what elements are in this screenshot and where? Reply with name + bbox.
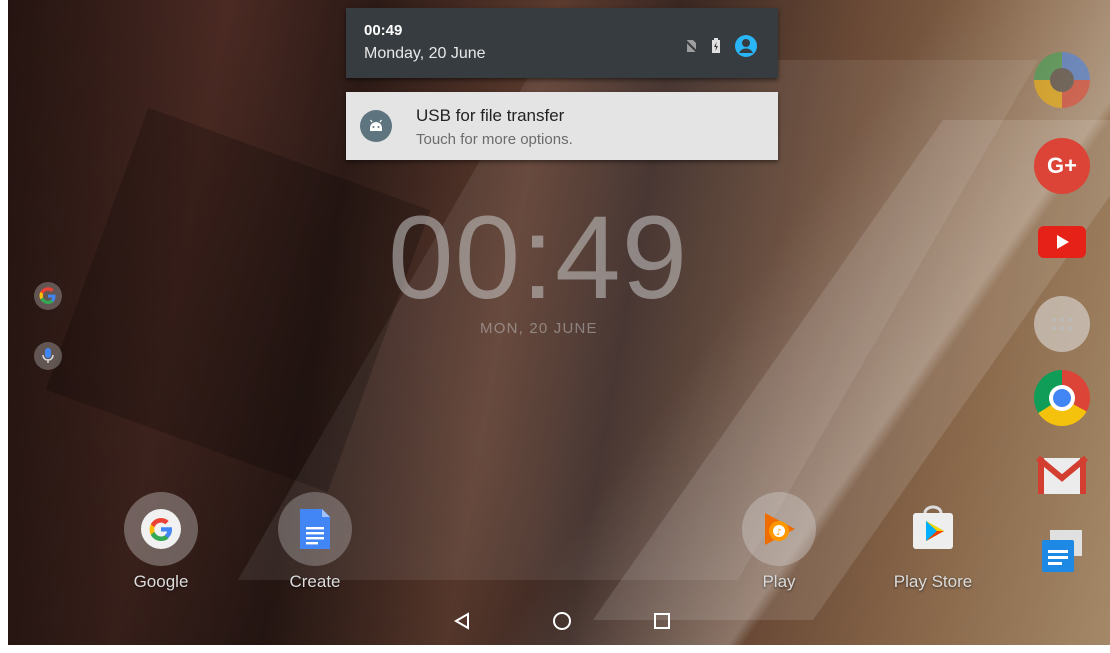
- no-sim-icon: [684, 39, 698, 53]
- google-g-icon: [39, 287, 56, 304]
- play-music-icon: ♪: [742, 492, 816, 566]
- youtube-icon[interactable]: [1034, 214, 1090, 270]
- clock-widget-date[interactable]: MON, 20 JUNE: [480, 320, 598, 337]
- shade-date[interactable]: Monday, 20 June: [364, 45, 486, 63]
- notification-body: Touch for more options.: [416, 131, 573, 148]
- photos-icon[interactable]: [1034, 52, 1090, 108]
- voice-search-button[interactable]: [34, 342, 62, 370]
- app-label: Play: [762, 572, 796, 591]
- back-button[interactable]: [448, 607, 476, 635]
- google-docs-icon: [278, 492, 352, 566]
- app-drawer-icon[interactable]: [1034, 296, 1090, 352]
- google-search-button[interactable]: [34, 282, 62, 310]
- battery-charging-icon: [712, 38, 720, 53]
- back-triangle-icon: [454, 612, 469, 630]
- google-plus-icon[interactable]: G+: [1034, 138, 1090, 194]
- app-play-store[interactable]: Play Store: [878, 492, 988, 592]
- android-debug-icon: [360, 110, 392, 142]
- chrome-icon[interactable]: [1034, 370, 1090, 426]
- app-label: Create: [289, 572, 341, 591]
- app-label: Play Store: [893, 572, 973, 591]
- play-store-icon: [896, 492, 970, 566]
- shade-time: 00:49: [364, 22, 403, 39]
- status-icons: [684, 34, 758, 58]
- home-button[interactable]: [548, 607, 576, 635]
- recents-square-icon: [654, 613, 670, 629]
- messenger-icon[interactable]: [1034, 524, 1090, 580]
- home-screen: 00:49 MON, 20 JUNE Google Create ♪ Play …: [8, 0, 1110, 645]
- home-circle-icon: [553, 612, 571, 630]
- notification-title: USB for file transfer: [416, 106, 565, 125]
- app-create[interactable]: Create: [260, 492, 370, 592]
- recents-button[interactable]: [648, 607, 676, 635]
- navigation-bar: [8, 597, 1110, 645]
- gmail-icon[interactable]: [1034, 448, 1090, 504]
- clock-widget-time[interactable]: 00:49: [388, 190, 688, 326]
- usb-notification[interactable]: USB for file transfer Touch for more opt…: [346, 92, 778, 160]
- app-label: Google: [133, 572, 189, 591]
- microphone-icon: [42, 348, 54, 363]
- notification-shade-header[interactable]: 00:49 Monday, 20 June: [346, 8, 778, 78]
- user-account-icon[interactable]: [734, 34, 758, 58]
- app-google-folder[interactable]: Google: [106, 492, 216, 592]
- google-folder-icon: [124, 492, 198, 566]
- app-play[interactable]: ♪ Play: [724, 492, 834, 592]
- svg-text:♪: ♪: [776, 528, 782, 538]
